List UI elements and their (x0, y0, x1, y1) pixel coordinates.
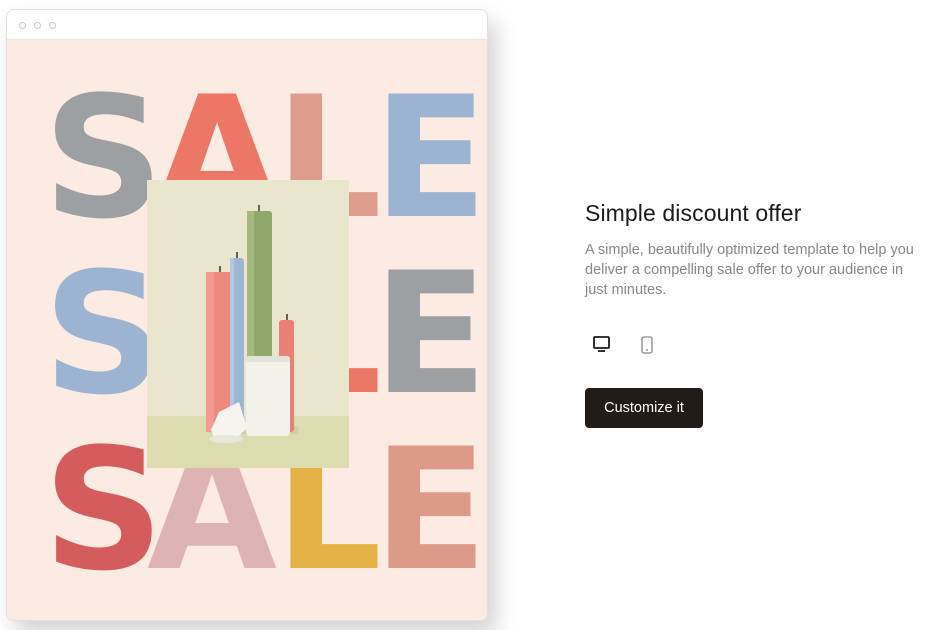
window-dot-icon (49, 22, 56, 29)
window-titlebar (7, 10, 487, 40)
sale-letter: S (43, 60, 164, 256)
template-title: Simple discount offer (585, 200, 802, 226)
sale-letter: S (43, 412, 164, 608)
sale-letter: E (373, 236, 488, 432)
desktop-icon (593, 336, 610, 352)
template-preview-window: S A L E S A L E S A L E (6, 9, 488, 621)
candles-photo (147, 180, 349, 468)
sale-letter: S (43, 236, 164, 432)
mobile-icon (641, 336, 653, 354)
desktop-view-button[interactable] (592, 335, 616, 357)
sale-letter: E (373, 60, 488, 256)
sale-letter: E (373, 412, 488, 608)
window-dot-icon (34, 22, 41, 29)
mobile-view-button[interactable] (638, 335, 662, 357)
template-info: Simple discount offer A simple, beautifu… (585, 200, 915, 300)
candles-photo-icon (147, 180, 349, 468)
template-canvas: S A L E S A L E S A L E (7, 40, 488, 620)
customize-button[interactable]: Customize it (585, 388, 703, 428)
window-dot-icon (19, 22, 26, 29)
template-description: A simple, beautifully optimized template… (585, 242, 914, 298)
